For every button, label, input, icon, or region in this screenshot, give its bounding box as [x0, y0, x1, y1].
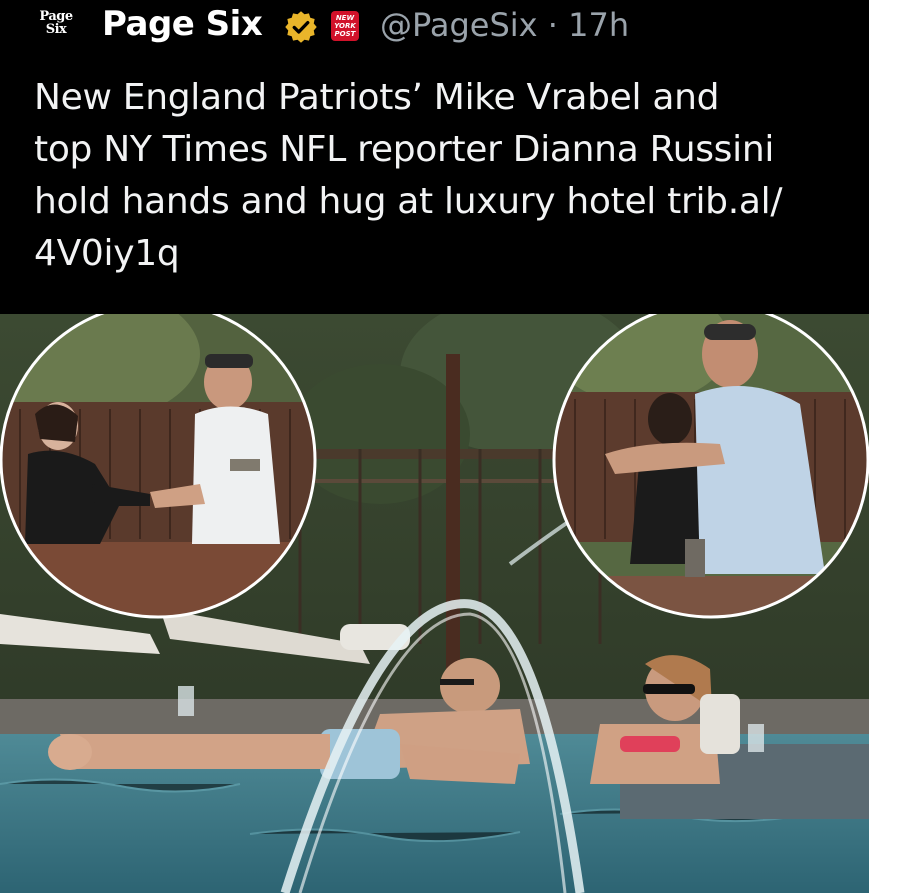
verified-badge-icon[interactable]: [283, 9, 319, 45]
affiliate-line-3: POST: [334, 30, 356, 38]
tweet-text-line-4[interactable]: 4V0iy1q: [34, 228, 854, 280]
new-york-post-badge[interactable]: NEW YORK POST: [331, 11, 359, 41]
tweet-photo[interactable]: [0, 314, 869, 893]
woman-swimsuit: [620, 736, 680, 752]
handle[interactable]: @PageSix: [380, 6, 538, 44]
woman-sunglasses: [643, 684, 695, 694]
tweet-text-line-3[interactable]: hold hands and hug at luxury hotel trib.…: [34, 176, 854, 228]
right-edge-strip: [869, 0, 904, 893]
tweet-text-line-2: top NY Times NFL reporter Dianna Russini: [34, 129, 775, 170]
pool-photo-illustration: [0, 314, 869, 893]
affiliate-line-1: NEW: [335, 14, 355, 22]
tweet-header: Page Six Page Six NEW YORK POST @PageSix…: [0, 0, 869, 60]
display-name[interactable]: Page Six: [102, 4, 263, 44]
separator-dot: ·: [547, 6, 558, 44]
tweet-text: New England Patriots’ Mike Vrabel and to…: [34, 72, 854, 280]
page-six-avatar[interactable]: Page Six: [36, 10, 76, 44]
tweet-text-line-1: New England Patriots’ Mike Vrabel and: [34, 77, 720, 118]
handle-and-time: @PageSix · 17h: [380, 6, 629, 44]
timestamp[interactable]: 17h: [568, 6, 629, 44]
man-head: [440, 658, 500, 714]
avatar-line-2: Six: [45, 22, 67, 37]
affiliate-line-2: YORK: [334, 22, 356, 30]
